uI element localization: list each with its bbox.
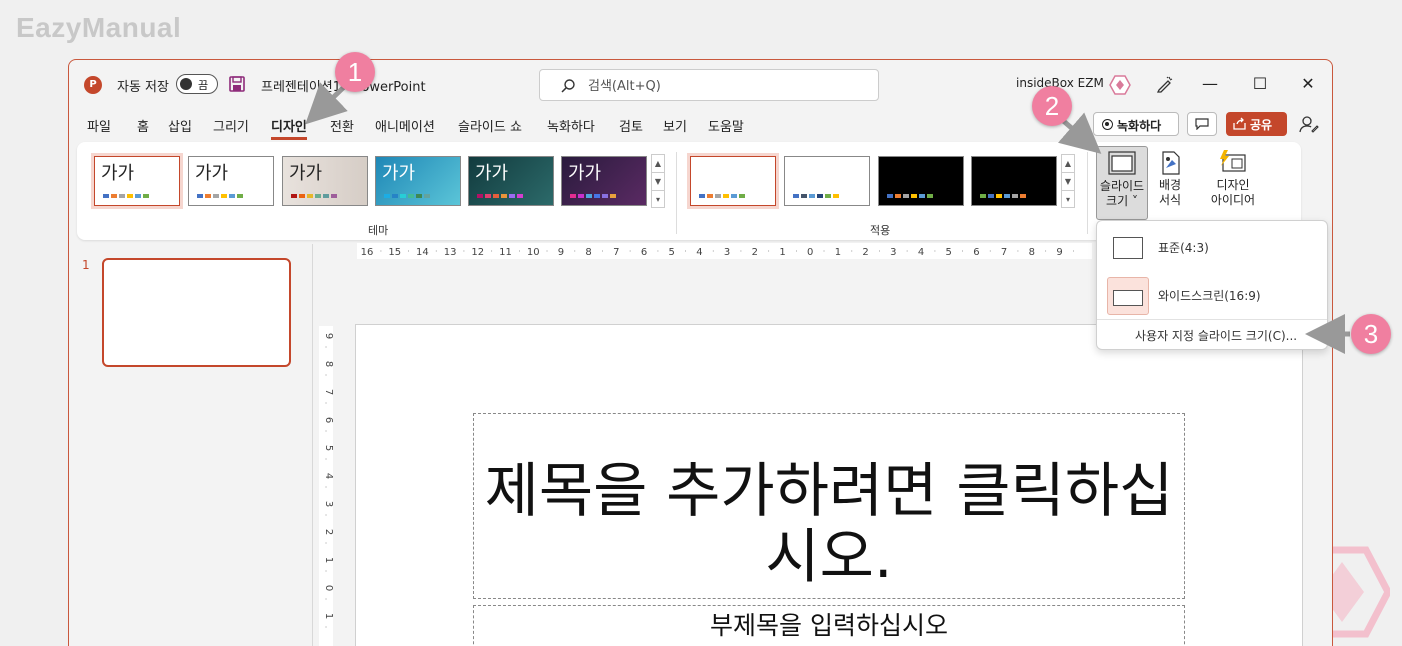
callout-2-arrow bbox=[1058, 112, 1102, 154]
callout-badge-2: 2 bbox=[1032, 86, 1072, 126]
callout-badge-3: 3 bbox=[1351, 314, 1391, 354]
callout-1-arrow bbox=[305, 82, 348, 125]
callout-badge-1: 1 bbox=[335, 52, 375, 92]
callout-arrows bbox=[305, 82, 1350, 354]
